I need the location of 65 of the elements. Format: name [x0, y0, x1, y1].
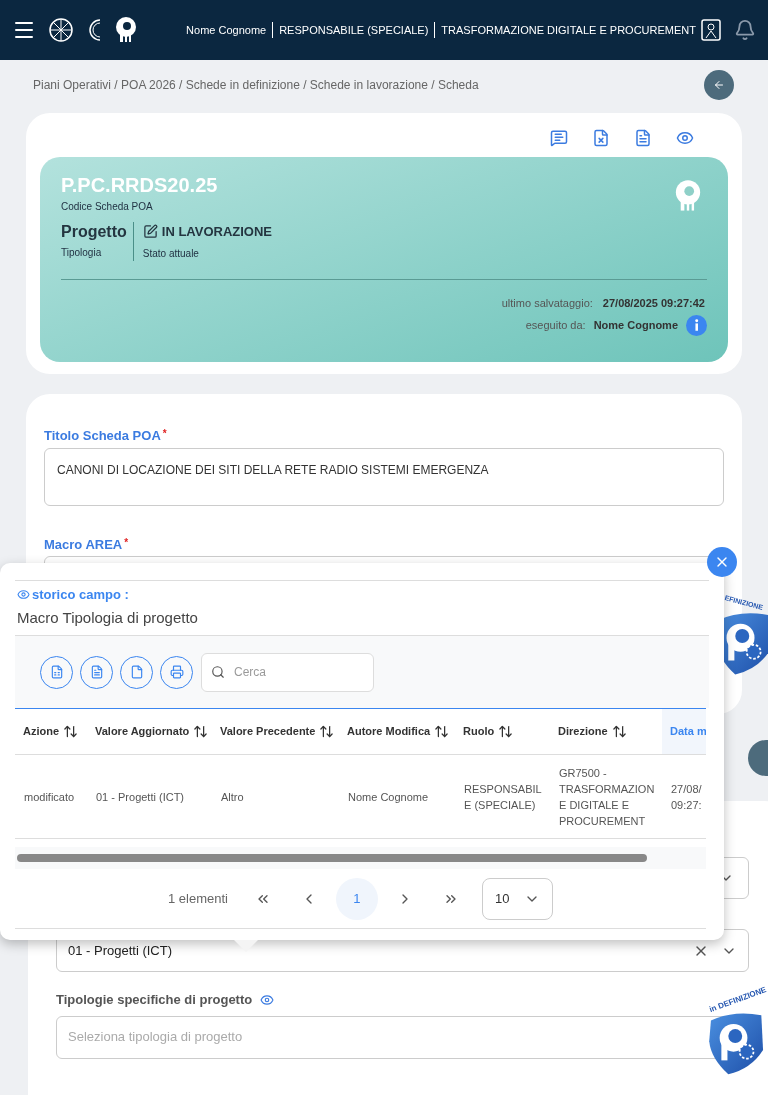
user-department: TRASFORMAZIONE DIGITALE E PROCUREMENT — [441, 22, 696, 38]
excel-file-icon[interactable] — [592, 129, 610, 147]
popover-title: Macro Tipologia di progetto — [16, 607, 199, 628]
info-icon[interactable] — [686, 315, 707, 336]
table-cell-text: Nome Cognome — [347, 789, 430, 805]
saved-timestamp: 27/08/2025 09:27:42 — [602, 295, 705, 311]
search-field[interactable]: Cerca — [201, 652, 374, 692]
table-cell-text: Altro — [220, 789, 245, 805]
code-label: Codice Scheda POA — [61, 200, 154, 214]
horizontal-scrollbar[interactable] — [17, 854, 647, 862]
word-file-icon[interactable] — [634, 129, 652, 147]
sort-icon[interactable] — [193, 724, 209, 739]
file-icon — [129, 665, 144, 679]
user-role: RESPONSABILE (SPECIALE) — [279, 22, 429, 38]
table-cell-text: GR7500 - TRASFORMAZIONE DIGITALE E PROCUREMENT — [558, 765, 656, 829]
field-label: Titolo Scheda POA — [44, 428, 161, 443]
edit-icon — [142, 224, 158, 240]
author-label: eseguito da: — [525, 318, 586, 334]
table-cell-text: 27/08/ 09:27: — [670, 781, 703, 813]
user-name: Nome Cognome — [186, 22, 267, 38]
history-icon[interactable] — [676, 129, 694, 147]
table-cell-text: 01 - Progetti (ICT) — [95, 789, 186, 805]
arrow-left-icon — [713, 79, 725, 91]
table-cell-text: modificato — [23, 789, 76, 805]
field-label: Macro AREA — [44, 536, 123, 552]
author-name: Nome Cognome — [593, 318, 678, 334]
item-count: 1 elementi — [168, 889, 228, 908]
sort-icon[interactable] — [498, 724, 514, 739]
tipologia-label: Tipologia — [61, 246, 103, 260]
popover-heading: storico campo : — [32, 586, 129, 604]
logo-icon[interactable] — [86, 17, 102, 43]
logo-icon[interactable] — [114, 16, 138, 44]
history-icon — [17, 588, 30, 602]
search-icon — [211, 664, 225, 679]
sort-icon[interactable] — [434, 724, 450, 739]
page-size-select[interactable]: 10 — [482, 877, 553, 920]
sort-icon[interactable] — [319, 724, 335, 739]
table-cell-text: RESPONSABILE (SPECIALE) — [463, 781, 543, 813]
document-file-icon — [89, 665, 104, 679]
column-header[interactable]: Direzione — [550, 709, 662, 754]
logo-icon[interactable] — [48, 17, 74, 43]
column-header[interactable]: Valore Precedente — [212, 709, 339, 754]
status-label: Stato attuale — [142, 246, 200, 261]
status-value: IN LAVORAZIONE — [161, 223, 273, 241]
tipologia-value: Progetto — [61, 222, 127, 242]
sort-icon[interactable] — [63, 724, 79, 739]
field-label: Tipologie specifiche di progetto — [56, 991, 253, 1009]
breadcrumb: Piani Operativi / POA 2026 / Schede in definizione / Schede in lavorazione / Scheda — [33, 77, 480, 94]
comment-icon[interactable] — [550, 129, 568, 147]
required-mark: * — [124, 536, 129, 548]
badge-icon[interactable] — [700, 18, 722, 42]
bell-icon[interactable] — [734, 19, 756, 41]
title-field[interactable]: CANONI DI LOCAZIONE DEI SITI DELLA RETE RADIO SISTEMI EMERGENZA — [44, 447, 724, 506]
column-header[interactable]: Autore Modifica — [339, 709, 455, 754]
spreadsheet-file-icon — [49, 665, 64, 679]
column-header[interactable]: Valore Aggiornato — [87, 709, 212, 754]
back-button[interactable] — [704, 70, 734, 100]
printer-icon — [169, 665, 184, 679]
column-header[interactable]: Ruolo — [455, 709, 550, 754]
sort-icon[interactable] — [611, 724, 627, 739]
column-header[interactable]: Azione — [15, 709, 87, 754]
required-mark: * — [162, 428, 167, 439]
scheda-code: P.PC.RRDS20.25 — [61, 173, 218, 197]
history-icon[interactable] — [260, 992, 275, 1007]
saved-label: ultimo salvataggio: — [501, 295, 593, 311]
